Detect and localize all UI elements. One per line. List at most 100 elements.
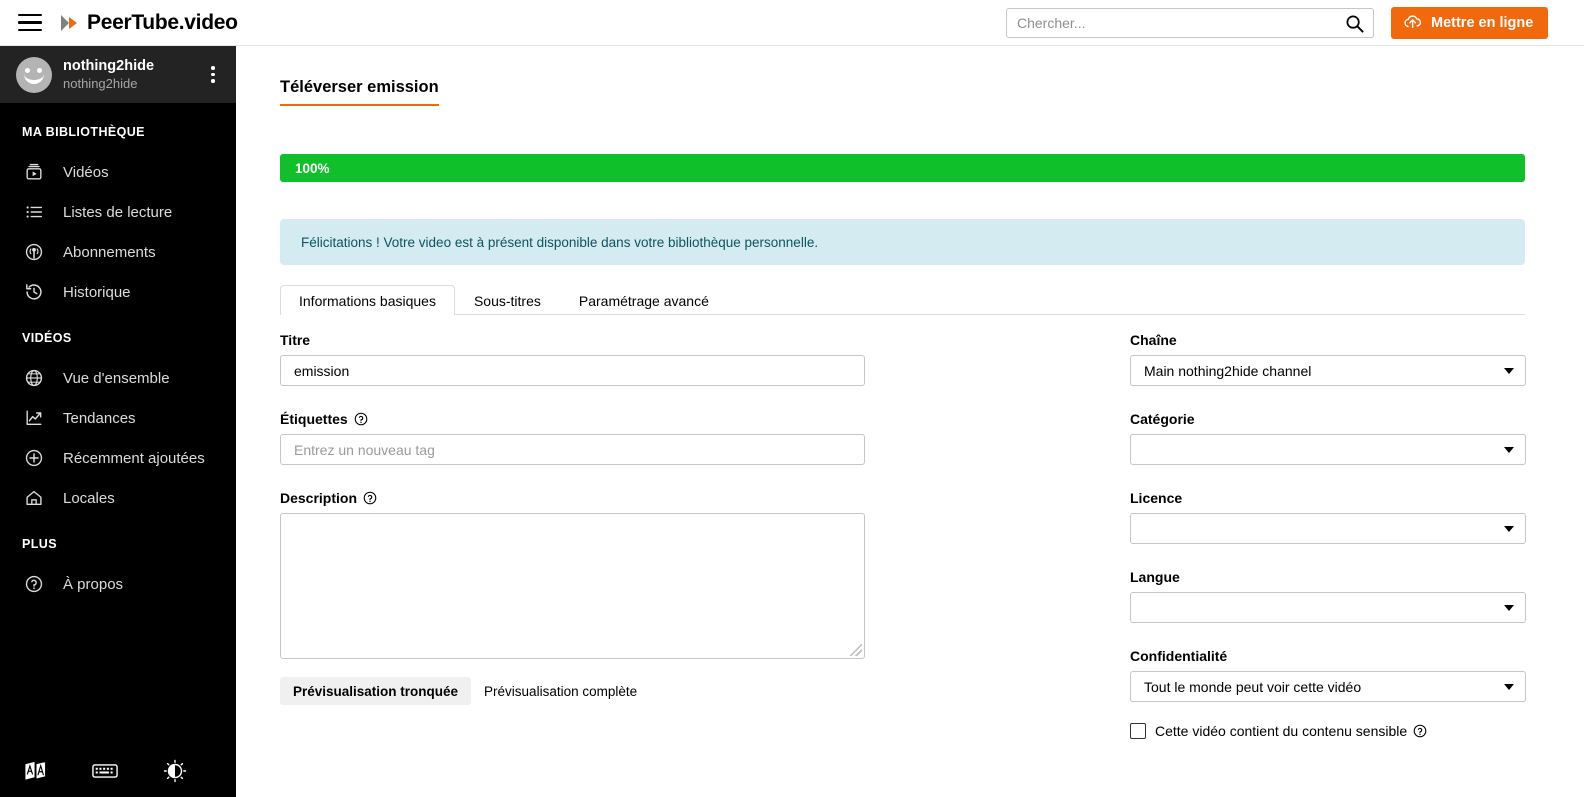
- success-alert: Félicitations ! Votre video est à présen…: [280, 219, 1525, 265]
- sidebar-section-videos-title: VIDÉOS: [0, 331, 236, 345]
- description-label-text: Description: [280, 490, 357, 506]
- question-circle-icon[interactable]: [363, 491, 377, 505]
- channel-select-wrap[interactable]: Main nothing2hide channel: [1130, 355, 1526, 386]
- sidebar-user-block[interactable]: nothing2hide nothing2hide: [0, 46, 236, 103]
- description-preview-toggle: Prévisualisation tronquée Prévisualisati…: [280, 677, 865, 705]
- user-handle: nothing2hide: [63, 75, 202, 92]
- search-icon[interactable]: [1335, 9, 1373, 37]
- sidebar-item-local[interactable]: Locales: [0, 478, 236, 518]
- description-field-label: Description: [280, 490, 865, 506]
- top-header: PeerTube.video Mettre en ligne: [0, 0, 1584, 46]
- sidebar-item-subscriptions[interactable]: Abonnements: [0, 232, 236, 272]
- question-circle-icon[interactable]: [1413, 724, 1427, 738]
- tab-advanced-settings[interactable]: Paramétrage avancé: [560, 285, 728, 315]
- category-select-wrap[interactable]: [1130, 434, 1526, 465]
- tags-input[interactable]: [280, 434, 865, 465]
- video-library-icon: [22, 160, 46, 184]
- channel-select[interactable]: Main nothing2hide channel: [1130, 355, 1526, 386]
- description-textarea-wrap: [280, 513, 865, 659]
- question-circle-icon: [22, 572, 46, 596]
- preview-complete-button[interactable]: Prévisualisation complète: [471, 677, 650, 705]
- sensitive-content-row: Cette vidéo contient du contenu sensible: [1130, 723, 1526, 739]
- kebab-menu-icon[interactable]: [202, 60, 224, 90]
- language-translate-icon[interactable]: [0, 758, 70, 783]
- privacy-select[interactable]: Tout le monde peut voir cette vidéo: [1130, 671, 1526, 702]
- hamburger-menu-icon[interactable]: [18, 14, 42, 32]
- brand-title: PeerTube.video: [87, 11, 238, 35]
- upload-progress-track: 100%: [280, 154, 1525, 182]
- description-textarea[interactable]: [280, 513, 865, 659]
- title-label-text: Titre: [280, 332, 310, 348]
- licence-label-text: Licence: [1130, 490, 1182, 506]
- sidebar-item-playlists[interactable]: Listes de lecture: [0, 192, 236, 232]
- sidebar-item-label: Locales: [63, 490, 115, 507]
- main-content: Téléverser emission 100% Félicitations !…: [236, 46, 1584, 797]
- sidebar-item-trending[interactable]: Tendances: [0, 398, 236, 438]
- sidebar: nothing2hide nothing2hide MA BIBLIOTHÈQU…: [0, 46, 236, 797]
- language-select[interactable]: [1130, 592, 1526, 623]
- category-select[interactable]: [1130, 434, 1526, 465]
- language-field-label: Langue: [1130, 569, 1526, 585]
- upload-button-label: Mettre en ligne: [1431, 15, 1533, 31]
- sidebar-footer: [0, 758, 236, 783]
- sidebar-section-library-title: MA BIBLIOTHÈQUE: [0, 125, 236, 139]
- sidebar-item-videos[interactable]: Vidéos: [0, 152, 236, 192]
- peertube-play-icon: [58, 12, 80, 34]
- trending-chart-icon: [22, 406, 46, 430]
- preview-truncated-button[interactable]: Prévisualisation tronquée: [280, 677, 471, 705]
- sidebar-item-label: Listes de lecture: [63, 204, 172, 221]
- form-tabs: Informations basiques Sous-titres Paramé…: [280, 285, 1525, 315]
- user-display-name: nothing2hide: [63, 57, 202, 75]
- language-label-text: Langue: [1130, 569, 1180, 585]
- upload-progress-bar: 100%: [280, 154, 1525, 182]
- sidebar-item-history[interactable]: Historique: [0, 272, 236, 312]
- category-label-text: Catégorie: [1130, 411, 1195, 427]
- sensitive-content-checkbox[interactable]: [1130, 723, 1146, 739]
- licence-select-wrap[interactable]: [1130, 513, 1526, 544]
- sensitive-content-label: Cette vidéo contient du contenu sensible: [1155, 723, 1427, 739]
- privacy-select-wrap[interactable]: Tout le monde peut voir cette vidéo: [1130, 671, 1526, 702]
- plus-circle-icon: [22, 446, 46, 470]
- sensitive-content-label-text: Cette vidéo contient du contenu sensible: [1155, 723, 1407, 739]
- page-title: Téléverser emission: [280, 78, 439, 106]
- sidebar-item-label: Abonnements: [63, 244, 156, 261]
- sidebar-item-recently-added[interactable]: Récemment ajoutées: [0, 438, 236, 478]
- sidebar-item-label: Récemment ajoutées: [63, 450, 205, 467]
- privacy-label-text: Confidentialité: [1130, 648, 1227, 664]
- avatar[interactable]: [16, 57, 52, 93]
- sidebar-item-label: Tendances: [63, 410, 136, 427]
- sidebar-section-more-title: PLUS: [0, 537, 236, 551]
- channel-field-label: Chaîne: [1130, 332, 1526, 348]
- question-circle-icon[interactable]: [354, 412, 368, 426]
- licence-field-label: Licence: [1130, 490, 1526, 506]
- globe-icon: [22, 366, 46, 390]
- sidebar-item-label: Vue d'ensemble: [63, 370, 170, 387]
- subscriptions-rss-icon: [22, 240, 46, 264]
- sidebar-item-label: À propos: [63, 576, 123, 593]
- form-right-column: Chaîne Main nothing2hide channel Catégor…: [1130, 332, 1526, 739]
- tab-basic-info[interactable]: Informations basiques: [280, 285, 455, 315]
- brand-logo-link[interactable]: PeerTube.video: [58, 11, 238, 35]
- sidebar-item-overview[interactable]: Vue d'ensemble: [0, 358, 236, 398]
- category-field-label: Catégorie: [1130, 411, 1526, 427]
- upload-button[interactable]: Mettre en ligne: [1391, 7, 1548, 39]
- channel-label-text: Chaîne: [1130, 332, 1177, 348]
- tags-field-label: Étiquettes: [280, 411, 865, 427]
- upload-progress-label: 100%: [295, 161, 330, 176]
- keyboard-shortcuts-icon[interactable]: [70, 762, 140, 780]
- licence-select[interactable]: [1130, 513, 1526, 544]
- title-input[interactable]: [280, 355, 865, 386]
- playlist-icon: [22, 200, 46, 224]
- tags-label-text: Étiquettes: [280, 411, 348, 427]
- theme-brightness-icon[interactable]: [140, 759, 210, 783]
- page-title-wrap: Téléverser emission: [280, 78, 439, 106]
- search-input[interactable]: [1007, 9, 1335, 37]
- privacy-field-label: Confidentialité: [1130, 648, 1526, 664]
- form-left-column: Titre Étiquettes Description: [280, 332, 865, 705]
- sidebar-item-label: Vidéos: [63, 164, 109, 181]
- tab-subtitles[interactable]: Sous-titres: [455, 285, 560, 315]
- upload-cloud-icon: [1403, 13, 1423, 34]
- language-select-wrap[interactable]: [1130, 592, 1526, 623]
- search-box[interactable]: [1006, 8, 1374, 38]
- sidebar-item-about[interactable]: À propos: [0, 564, 236, 604]
